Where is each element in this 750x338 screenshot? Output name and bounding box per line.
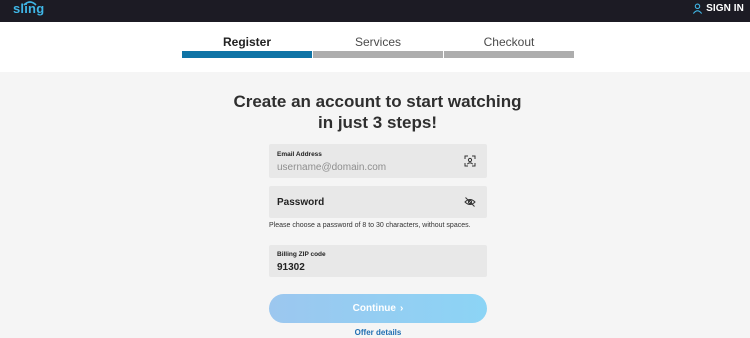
sign-in-link[interactable]: SIGN IN xyxy=(692,3,744,14)
email-label: Email Address xyxy=(277,151,322,158)
logo-arc-icon xyxy=(23,1,37,6)
continue-button[interactable]: Continue › xyxy=(269,294,487,323)
continue-label: Continue xyxy=(352,303,396,314)
step-register: Register xyxy=(182,35,312,58)
zip-input[interactable]: 91302 xyxy=(277,262,305,273)
step-services-label: Services xyxy=(354,35,401,49)
step-checkout: Checkout xyxy=(444,35,574,58)
progress-steps: Register Services Checkout xyxy=(0,22,750,72)
step-services: Services xyxy=(313,35,443,58)
email-field[interactable]: Email Address username@domain.com xyxy=(269,144,487,178)
chevron-right-icon: › xyxy=(399,303,404,314)
zip-label: Billing ZIP code xyxy=(277,251,326,258)
step-checkout-label: Checkout xyxy=(483,35,535,49)
step-services-bar xyxy=(313,51,443,58)
password-hint: Please choose a password of 8 to 30 char… xyxy=(269,222,471,229)
contact-card-icon xyxy=(464,155,476,167)
person-icon xyxy=(692,3,703,14)
email-input[interactable]: username@domain.com xyxy=(277,162,386,173)
step-checkout-bar xyxy=(444,51,574,58)
top-bar: sling SIGN IN xyxy=(0,0,750,22)
password-input[interactable]: Password xyxy=(277,197,324,208)
sign-in-label: SIGN IN xyxy=(706,3,744,14)
zip-field[interactable]: Billing ZIP code 91302 xyxy=(269,245,487,277)
password-field[interactable]: Password xyxy=(269,186,487,218)
eye-slash-icon[interactable] xyxy=(464,196,476,208)
step-register-bar xyxy=(182,51,312,58)
offer-details-link[interactable]: Offer details xyxy=(269,328,487,337)
step-register-label: Register xyxy=(222,35,272,49)
page-title: Create an account to start watching in j… xyxy=(233,92,522,132)
